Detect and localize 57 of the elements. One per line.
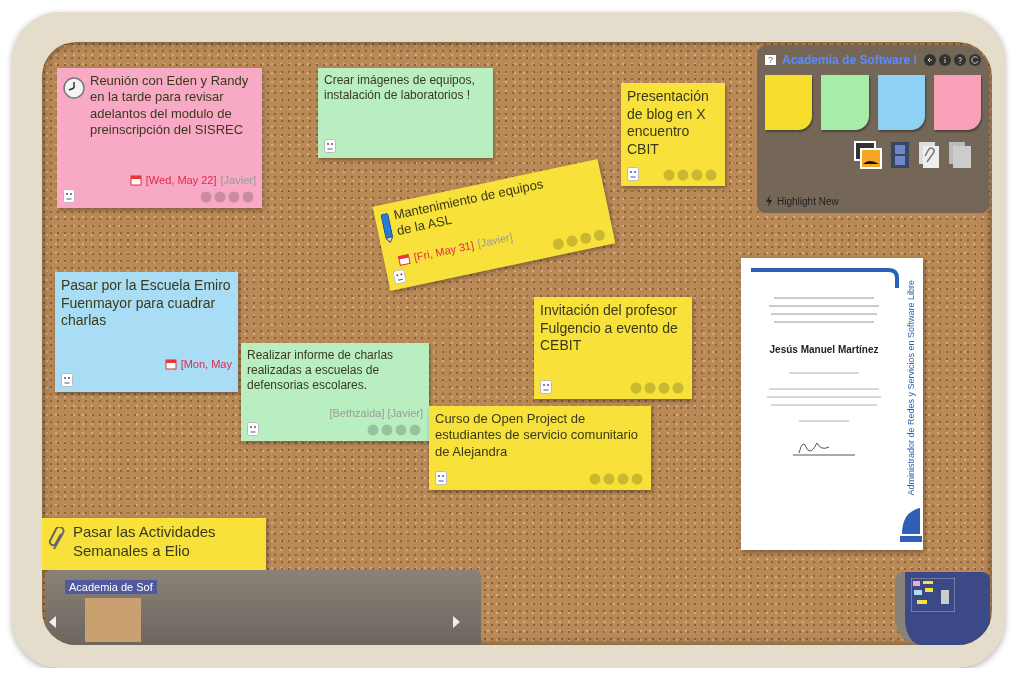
face-icon — [63, 189, 75, 203]
due-date: [Mon, May — [180, 358, 232, 370]
sticky-note[interactable]: Pasar por la Escuela Emiro Fuenmayor para cuadrar charlas [Mon, May — [55, 272, 238, 392]
face-icon — [61, 373, 73, 387]
new-note-button[interactable] — [765, 75, 813, 130]
info-icon[interactable] — [938, 54, 951, 66]
sticky-note[interactable]: Curso de Open Project de estudiantes de servicio comunitario de Alejandra — [429, 406, 651, 490]
sticky-note[interactable]: Crear imágenes de equipos, instalación de laboratorios ! — [318, 68, 493, 158]
calendar-icon — [397, 252, 412, 267]
sticky-note[interactable]: Pasar las Actividades Semanales a Elio — [42, 518, 266, 570]
note-text: Invitación del profesor Fulgencio a evento de CEBIT — [540, 302, 679, 355]
board-title: Academia de Software l — [782, 53, 917, 67]
face-icon — [324, 139, 336, 153]
sticky-note[interactable]: Invitación del profesor Fulgencio a evento de CEBIT — [534, 297, 692, 399]
assignee-label: [Bethzaida] [Javier] — [329, 407, 423, 419]
calendar-icon — [164, 358, 177, 370]
film-icon[interactable] — [889, 140, 911, 170]
minimap-drawing — [911, 578, 955, 612]
face-icon — [435, 471, 447, 485]
recipient-name: Jesús Manuel Martínez — [769, 344, 879, 355]
face-icon — [627, 167, 639, 181]
new-note-button[interactable] — [933, 75, 981, 130]
right-arrow-icon[interactable] — [453, 616, 461, 628]
back-icon[interactable] — [923, 54, 936, 66]
sticky-note[interactable]: Realizar informe de charlas realizadas a escuelas de defensorias escolares. [Bethzaida] [Javier] — [241, 343, 429, 441]
clock-icon — [63, 77, 85, 99]
note-text: Reunión con Eden y Randy en la tarde para revisar adelantos del modulo de preinscripción del SISREC — [90, 73, 250, 138]
calendar-icon — [129, 174, 142, 186]
note-text: Realizar informe de charlas realizadas a escuelas de defensorias escolares. — [247, 348, 395, 393]
note-text: Pasar las Actividades Semanales a Elio — [73, 523, 217, 561]
board-tab[interactable]: Academia de Sof — [65, 580, 157, 594]
face-icon — [392, 268, 407, 285]
pencil-icon — [380, 212, 395, 244]
sticky-note[interactable]: Reunión con Eden y Randy en la tarde para revisar adelantos del modulo de preinscripción del SISREC [Wed, May 22] [Javier] — [57, 68, 262, 208]
assignee-label: [Javier] — [220, 174, 256, 186]
minimap-panel[interactable] — [895, 572, 990, 645]
paperclip-icon[interactable] — [917, 140, 941, 170]
due-date: [Wed, May 22] — [145, 174, 217, 186]
note-text: Curso de Open Project de estudiantes de servicio comunitario de Alejandra — [435, 411, 640, 460]
board-thumbnail[interactable] — [85, 598, 141, 642]
blank-page-icon[interactable] — [947, 140, 973, 170]
refresh-icon[interactable] — [968, 54, 981, 66]
note-text: Pasar por la Escuela Emiro Fuenmayor para cuadrar charlas — [61, 277, 232, 330]
image-icon[interactable] — [853, 140, 883, 170]
face-icon — [247, 422, 259, 436]
left-arrow-icon[interactable] — [49, 616, 57, 628]
help-icon[interactable] — [953, 54, 966, 66]
sticky-note[interactable]: Presentación de blog en X encuentro CBIT — [621, 83, 725, 186]
face-icon — [540, 380, 552, 394]
due-date: [Fri, May 31] — [412, 238, 475, 264]
assignee-label: [Javier] — [476, 230, 514, 250]
new-note-button[interactable] — [877, 75, 925, 130]
help-button[interactable]: ? — [765, 55, 776, 65]
lightning-icon — [765, 195, 773, 207]
note-text: Presentación de blog en X encuentro CBIT — [627, 88, 710, 158]
note-text: Crear imágenes de equipos, instalación de laboratorios ! — [324, 73, 476, 103]
certificate-title: Administrador de Redes y Servicios en Software Libre — [906, 280, 916, 496]
